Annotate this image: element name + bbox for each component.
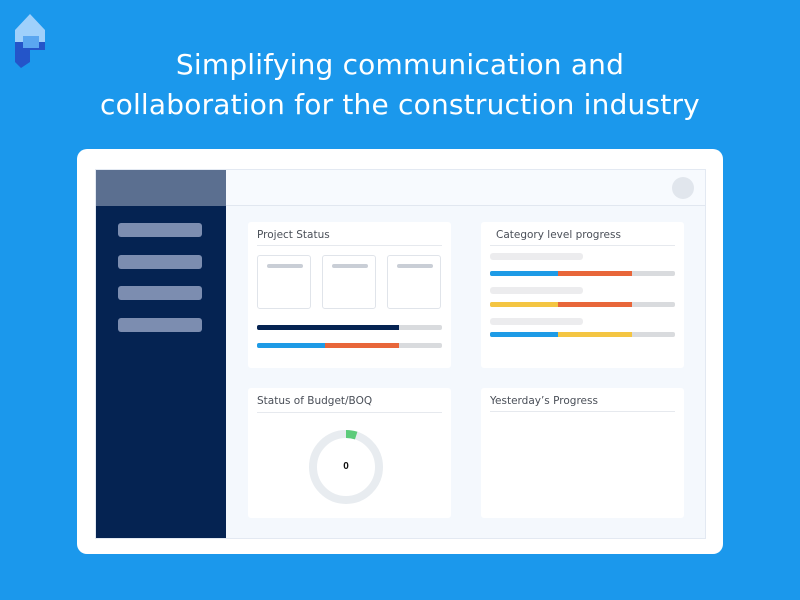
category-progress-title: Category level progress [496, 229, 621, 241]
divider [490, 411, 675, 412]
divider [257, 412, 442, 413]
status-tile-3[interactable] [387, 255, 441, 309]
headline-line-1: Simplifying communication and [175, 48, 625, 81]
sidebar-header [96, 170, 226, 206]
sidebar-item-1[interactable] [118, 223, 202, 237]
sidebar-item-3[interactable] [118, 286, 202, 300]
category-bar-2 [490, 302, 675, 307]
project-progress-bar-1 [257, 325, 442, 330]
sidebar-item-4[interactable] [118, 318, 202, 332]
user-avatar-icon[interactable] [672, 177, 694, 199]
budget-status-title: Status of Budget/BOQ [257, 395, 373, 407]
bar-segment-blue [257, 343, 326, 348]
bar-segment-yellow [558, 332, 633, 337]
yesterday-progress-title: Yesterday’s Progress [490, 395, 598, 407]
bar-segment-blue [490, 271, 559, 276]
status-tile-1[interactable] [257, 255, 311, 309]
category-bar-3 [490, 332, 675, 337]
project-status-title: Project Status [257, 229, 330, 241]
headline-line-2: collaboration for the construction indus… [100, 88, 700, 121]
top-bar [226, 170, 705, 206]
sidebar [96, 170, 226, 538]
app-preview-card: Project Status Category level progress S… [77, 149, 723, 554]
sidebar-item-2[interactable] [118, 255, 202, 269]
hero-headline: Simplifying communication and collaborat… [0, 45, 800, 125]
bar-segment-orange [325, 343, 400, 348]
category-label-3 [490, 318, 583, 325]
status-tile-2[interactable] [322, 255, 376, 309]
budget-value: 0 [343, 461, 349, 472]
bar-segment-orange [558, 302, 633, 307]
bar-segment-yellow [490, 302, 559, 307]
category-label-2 [490, 287, 583, 294]
yesterday-progress-panel: Yesterday’s Progress [481, 388, 684, 518]
budget-status-panel: Status of Budget/BOQ 0 [248, 388, 451, 518]
category-bar-1 [490, 271, 675, 276]
app-window: Project Status Category level progress S… [95, 169, 706, 539]
bar-segment-blue [490, 332, 559, 337]
project-status-panel: Project Status [248, 222, 451, 368]
bar-segment-navy [257, 325, 400, 330]
divider [490, 245, 675, 246]
category-label-1 [490, 253, 583, 260]
category-progress-panel: Category level progress [481, 222, 684, 368]
divider [257, 245, 442, 246]
bar-segment-orange [558, 271, 633, 276]
project-progress-bar-2 [257, 343, 442, 348]
